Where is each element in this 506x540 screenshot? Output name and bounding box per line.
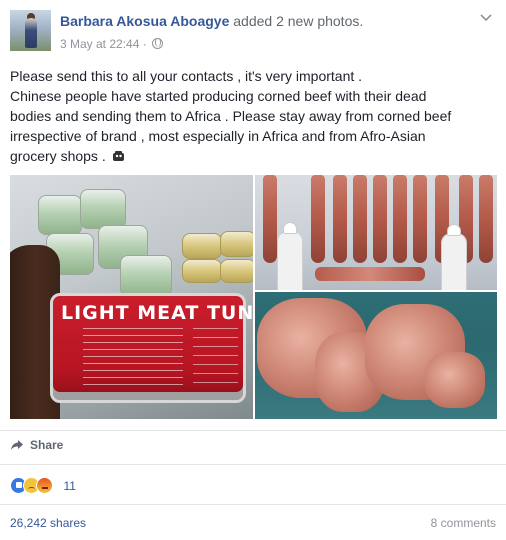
reactions-summary[interactable]: 11 bbox=[10, 477, 76, 495]
shelf-can bbox=[220, 259, 253, 283]
shelf-can bbox=[38, 195, 82, 235]
post-timestamp[interactable]: 3 May at 22:44 bbox=[60, 37, 139, 51]
shares-count-link[interactable]: 26,242 shares bbox=[10, 516, 86, 530]
post-action-text: added 2 new photos. bbox=[233, 13, 364, 29]
hanging-carcass bbox=[393, 175, 407, 263]
globe-icon[interactable] bbox=[152, 38, 164, 49]
meat-chunk bbox=[425, 352, 485, 408]
post-header-line: Barbara Akosua Aboagye added 2 new photo… bbox=[60, 13, 363, 29]
post-text-line: Chinese people have started producing co… bbox=[10, 88, 427, 104]
hanging-carcass bbox=[413, 175, 427, 263]
shelf-can bbox=[220, 231, 253, 257]
tuna-can-fine-print bbox=[83, 328, 183, 388]
worker bbox=[441, 224, 467, 290]
shelf-can bbox=[182, 233, 222, 259]
post-text-line: grocery shops . bbox=[10, 148, 106, 164]
facebook-post: Barbara Akosua Aboagye added 2 new photo… bbox=[0, 0, 506, 540]
post-text: Please send this to all your contacts , … bbox=[10, 66, 490, 166]
post-text-line: Please send this to all your contacts , … bbox=[10, 68, 363, 84]
tuna-can-label: LIGHT MEAT TUNA bbox=[61, 302, 253, 324]
shelf-can bbox=[182, 259, 222, 283]
divider bbox=[0, 464, 506, 465]
photo-slaughterhouse[interactable] bbox=[255, 175, 497, 290]
post-text-line-last: grocery shops . bbox=[10, 146, 490, 166]
worker-cap bbox=[283, 222, 297, 234]
post-text-line: bodies and sending them to Africa . Plea… bbox=[10, 108, 452, 124]
shelf-can bbox=[80, 189, 126, 229]
share-label: Share bbox=[30, 438, 64, 452]
chevron-down-icon[interactable] bbox=[480, 12, 492, 24]
hanging-carcass bbox=[311, 175, 325, 263]
author-avatar[interactable] bbox=[10, 10, 51, 51]
divider bbox=[0, 504, 506, 505]
reaction-count: 11 bbox=[63, 478, 76, 493]
worker bbox=[277, 222, 303, 290]
comments-count-link[interactable]: 8 comments bbox=[431, 516, 496, 530]
hanging-carcass bbox=[263, 175, 277, 263]
shelf-can bbox=[120, 255, 172, 297]
share-button[interactable]: Share bbox=[10, 437, 63, 452]
photo-tuna-can[interactable]: LIGHT MEAT TUNA bbox=[10, 175, 253, 419]
table-meat bbox=[315, 267, 425, 281]
hanging-carcass bbox=[479, 175, 493, 263]
photo-meat-closeup[interactable] bbox=[255, 292, 497, 419]
share-arrow-icon bbox=[11, 440, 23, 450]
meta-separator: · bbox=[142, 37, 147, 51]
hanging-carcass bbox=[353, 175, 367, 263]
ghost-emoji-icon bbox=[112, 151, 124, 161]
avatar-figure bbox=[25, 18, 37, 48]
angry-reaction-icon bbox=[36, 477, 53, 495]
post-meta: 3 May at 22:44 · bbox=[60, 37, 164, 51]
tuna-can-fine-print bbox=[193, 328, 238, 388]
divider bbox=[0, 430, 506, 431]
tuna-can: LIGHT MEAT TUNA bbox=[50, 293, 253, 403]
author-name-link[interactable]: Barbara Akosua Aboagye bbox=[60, 13, 229, 29]
hanging-carcass bbox=[333, 175, 347, 263]
worker-cap bbox=[447, 224, 461, 236]
post-text-line: irrespective of brand , most especially … bbox=[10, 128, 426, 144]
hanging-carcass bbox=[373, 175, 387, 263]
